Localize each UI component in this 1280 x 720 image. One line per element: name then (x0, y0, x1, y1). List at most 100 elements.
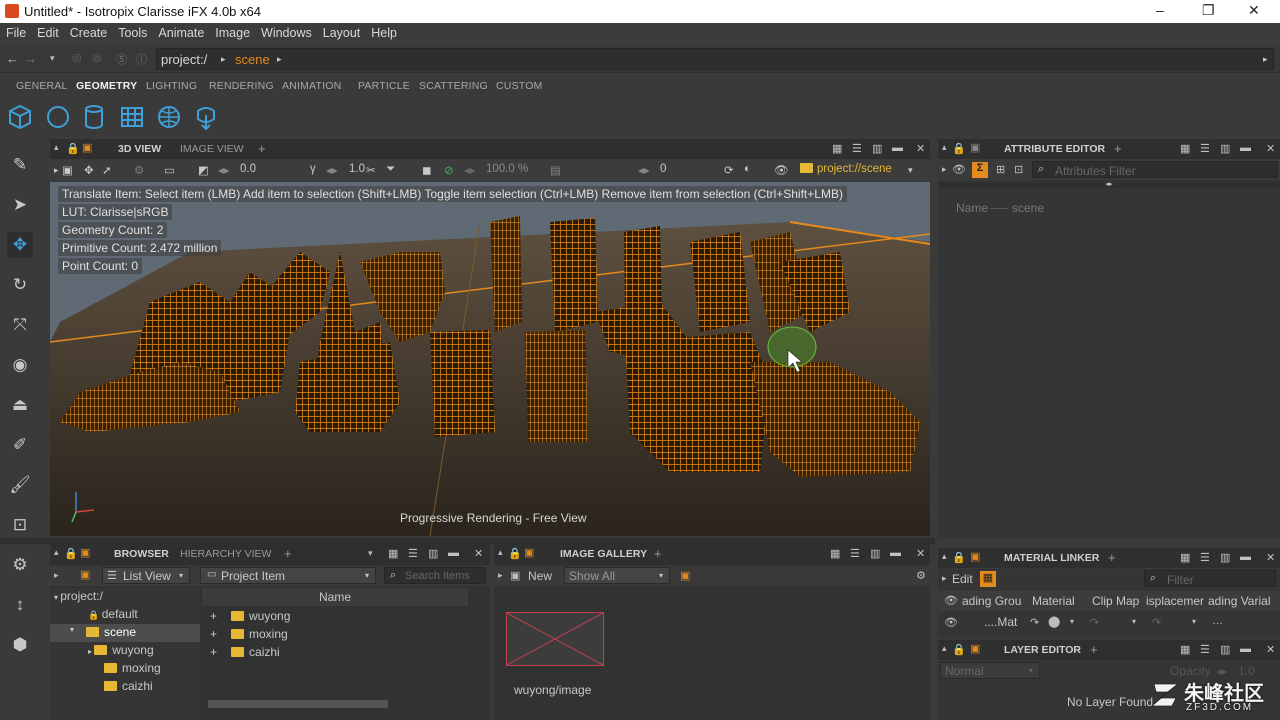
show-filter-select[interactable]: Show All ▾ (564, 567, 670, 584)
brush-tool-icon[interactable]: 🖌 (7, 472, 33, 498)
attr-add-tab[interactable]: + (1114, 141, 1122, 156)
transform-tool-icon[interactable]: ◉ (7, 352, 33, 378)
menu-animate[interactable]: Animate (152, 23, 209, 40)
list-item[interactable]: + caizhi (210, 645, 280, 659)
attr-lock-icon[interactable]: 🔒 (952, 142, 966, 155)
tree-caizhi[interactable]: caizhi (104, 679, 153, 693)
tree-wuyong[interactable]: ▸ wuyong (88, 643, 154, 657)
tree-root[interactable]: ▾ project:/ (54, 589, 103, 603)
sigma-icon[interactable]: Σ (972, 162, 988, 178)
browser-full-icon[interactable]: ▬ (448, 547, 459, 559)
scale-tool-icon[interactable]: ⤧ (7, 312, 33, 338)
panel-menu-icon[interactable]: ▴ (54, 142, 59, 153)
tab-attribute-editor[interactable]: ATTRIBUTE EDITOR (1004, 143, 1105, 155)
grid-icon[interactable] (118, 103, 146, 131)
tab-lighting[interactable]: LIGHTING (146, 80, 197, 92)
gallery-menu-icon[interactable]: ▴ (498, 547, 503, 558)
ml-row-eye-icon[interactable]: 👁 (944, 616, 958, 629)
name-field[interactable]: scene (1010, 198, 1276, 216)
tab-general[interactable]: GENERAL (16, 80, 68, 92)
menu-edit[interactable]: Edit (31, 23, 64, 40)
frame-arrows-icon[interactable]: ◂▸ (638, 163, 650, 177)
cursor-icon[interactable]: ➚ (102, 163, 112, 177)
tree-default[interactable]: 🔒 default (88, 607, 138, 621)
menu-create[interactable]: Create (64, 23, 113, 40)
attr-collapse-icon[interactable]: ◂▸ (938, 181, 1280, 188)
path-next-icon[interactable]: ▸ (277, 54, 282, 65)
browser-tb-menu-icon[interactable]: ▸ (54, 570, 59, 581)
exposure-value[interactable]: 0.0 (240, 163, 256, 175)
ml-link-icon[interactable]: ↷ (1030, 616, 1039, 629)
gallery-view-icon[interactable]: ▣ (680, 569, 690, 582)
stamp-tool-icon[interactable]: ⏏ (7, 392, 33, 418)
ml-edit-menu[interactable]: Edit (952, 572, 973, 586)
ml-rows-icon[interactable]: ☰ (1200, 551, 1210, 564)
info-icon[interactable]: ⓘ (136, 51, 147, 67)
attr-tb-menu-icon[interactable]: ▸ (942, 164, 947, 175)
menu-tools[interactable]: Tools (112, 23, 152, 40)
save-view-icon[interactable]: ▣ (62, 163, 73, 177)
browser-grid-icon[interactable]: ▦ (388, 547, 398, 560)
ml-close-icon[interactable]: ✕ (1266, 551, 1275, 564)
gallery-lock-icon[interactable]: 🔒 (508, 547, 522, 560)
ml-material-dropdown-icon[interactable]: ▾ (1070, 617, 1074, 626)
menu-image[interactable]: Image (209, 23, 255, 40)
path-dropdown-icon[interactable]: ▸ (1263, 54, 1268, 65)
attr-full-icon[interactable]: ▬ (1240, 142, 1251, 154)
gamma-arrows-icon[interactable]: ◂▸ (326, 163, 338, 177)
tab-particle[interactable]: PARTICLE (358, 80, 410, 92)
ml-filter-input[interactable]: ⌕ Filter (1144, 570, 1276, 587)
back-icon[interactable]: ← (6, 51, 19, 66)
list-scrollbar[interactable] (208, 700, 388, 708)
minimize-button[interactable]: – (1156, 2, 1164, 18)
tab-hierarchy-view[interactable]: HIERARCHY VIEW (180, 548, 271, 560)
translate-tool-icon[interactable]: ✥ (7, 232, 33, 258)
3d-viewport[interactable]: Translate Item: Select item (LMB) Add it… (50, 182, 930, 536)
ml-full-icon[interactable]: ▬ (1240, 551, 1251, 563)
browser-dropdown-icon[interactable]: ▾ (368, 548, 373, 559)
gallery-add-tab[interactable]: + (654, 546, 662, 561)
tab-animation[interactable]: ANIMATION (282, 80, 341, 92)
import-geometry-icon[interactable] (192, 103, 220, 131)
layout-cols-icon[interactable]: ▥ (872, 142, 882, 155)
cylinder-icon[interactable] (80, 103, 108, 131)
ml-cols-icon[interactable]: ▥ (1220, 551, 1230, 564)
browser-rows-icon[interactable]: ☰ (408, 547, 418, 560)
picker-tool-icon[interactable]: ✎ (7, 152, 33, 178)
menu-help[interactable]: Help (365, 23, 402, 40)
menu-file[interactable]: File (0, 23, 31, 40)
path-current[interactable]: scene (235, 52, 270, 67)
render-tool-icon[interactable]: ⬢ (7, 632, 33, 658)
cube-icon[interactable] (6, 103, 34, 131)
le-grid-icon[interactable]: ▦ (1180, 643, 1190, 656)
ml-tb-menu-icon[interactable]: ▸ (942, 573, 947, 584)
shading-icon[interactable]: ⚙ (134, 163, 144, 177)
ml-lock-icon[interactable]: 🔒 (952, 551, 966, 564)
sphere-icon[interactable] (44, 103, 72, 131)
zoom-value[interactable]: 100.0 % (486, 163, 528, 175)
le-pin-icon[interactable]: ▣ (970, 642, 980, 655)
attr-menu-icon[interactable]: ▴ (942, 142, 947, 153)
attr-pin-icon[interactable]: ▣ (970, 141, 980, 154)
menu-windows[interactable]: Windows (255, 23, 317, 40)
snap-tool-icon[interactable]: ⚙ (7, 552, 33, 578)
browser-close-icon[interactable]: ✕ (474, 547, 483, 560)
ml-visibility-icon[interactable]: 👁 (944, 594, 958, 607)
maximize-button[interactable]: ❐ (1202, 2, 1215, 19)
vp-menu-icon[interactable]: ▸ (54, 165, 59, 176)
browser-pin-icon[interactable]: ▣ (80, 546, 90, 559)
display-icon[interactable]: ▭ (164, 163, 175, 177)
close-panel-icon[interactable]: ✕ (916, 142, 925, 155)
frame-tool-icon[interactable]: ⊡ (7, 512, 33, 538)
view-mode-select[interactable]: ☰ List View ▾ (102, 567, 190, 584)
paint-tool-icon[interactable]: ✐ (7, 432, 33, 458)
name-column-header[interactable]: Name (202, 588, 468, 606)
browser-add-tab[interactable]: + (284, 546, 292, 561)
rotate-tool-icon[interactable]: ↻ (7, 272, 33, 298)
progressive-icon[interactable]: ⊘ (444, 163, 454, 177)
gamma-value[interactable]: 1.0 (349, 163, 365, 175)
tree-scene[interactable]: ▾ scene (50, 624, 200, 642)
gallery-tb-menu-icon[interactable]: ▸ (498, 570, 503, 581)
ml-col-clip-map[interactable]: Clip Map (1092, 594, 1139, 608)
ml-disp-link-icon[interactable]: ↷ (1152, 616, 1161, 629)
